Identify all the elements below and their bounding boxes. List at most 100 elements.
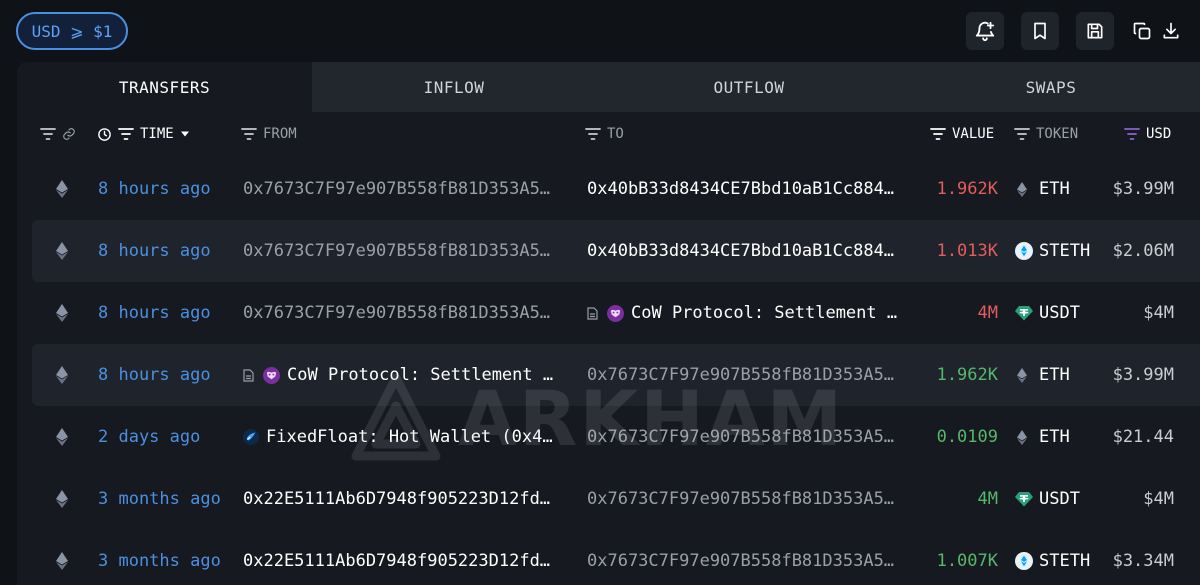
eth-token-icon xyxy=(1017,406,1033,468)
time-cell[interactable]: 8 hours ago xyxy=(98,220,238,282)
cow-protocol-icon xyxy=(607,282,627,344)
table-row[interactable]: 2 days ago FixedFloat: Hot Wallet (0x4… … xyxy=(32,406,1200,468)
usd-header[interactable]: USD xyxy=(1124,112,1171,156)
usd-cell: $2.06M xyxy=(1112,241,1174,261)
from-cell[interactable]: 0x22E5111Ab6D7948f905223D12fd… xyxy=(243,530,568,585)
time-cell[interactable]: 2 days ago xyxy=(98,406,238,468)
usdt-token-icon xyxy=(1015,468,1035,530)
time-header-label: TIME xyxy=(140,126,174,142)
table-row[interactable]: 8 hours ago 0x7673C7F97e907B558fB81D353A… xyxy=(32,158,1200,220)
from-cell[interactable]: 0x7673C7F97e907B558fB81D353A5… xyxy=(243,220,568,282)
from-cell[interactable]: FixedFloat: Hot Wallet (0x4… xyxy=(266,406,568,468)
usd-cell: $4M xyxy=(1143,303,1174,323)
eth-chain-icon xyxy=(56,282,72,344)
table-row[interactable]: 8 hours ago 0x7673C7F97e907B558fB81D353A… xyxy=(32,220,1200,282)
top-bar: USD ⩾ $1 xyxy=(0,0,1200,62)
to-cell[interactable]: CoW Protocol: Settlement … xyxy=(631,282,923,344)
bookmark-button[interactable] xyxy=(1021,12,1059,50)
to-cell[interactable]: 0x40bB33d8434CE7Bbd10aB1Cc884… xyxy=(587,158,917,220)
copy-icon xyxy=(1133,22,1151,40)
time-header[interactable]: TIME xyxy=(97,112,190,156)
download-icon xyxy=(1163,22,1179,39)
copy-button[interactable] xyxy=(1128,12,1156,50)
eth-chain-icon xyxy=(56,158,72,220)
contract-doc-icon xyxy=(243,344,259,406)
time-cell[interactable]: 3 months ago xyxy=(98,530,238,585)
cow-protocol-icon xyxy=(263,344,283,406)
eth-chain-icon xyxy=(56,220,72,282)
filter-icon xyxy=(40,128,56,140)
usd-filter-button[interactable]: USD ⩾ $1 xyxy=(16,12,128,50)
from-cell[interactable]: CoW Protocol: Settlement … xyxy=(287,344,579,406)
save-icon xyxy=(1087,23,1103,39)
tab-inflow[interactable]: INFLOW xyxy=(312,62,596,112)
time-cell[interactable]: 8 hours ago xyxy=(98,344,238,406)
contract-doc-icon xyxy=(587,282,603,344)
usd-cell: $3.99M xyxy=(1112,179,1174,199)
bell-plus-icon xyxy=(975,21,995,42)
filter-icon xyxy=(118,128,134,140)
filter-icon xyxy=(585,128,601,140)
value-cell: 4M xyxy=(977,303,998,323)
value-header-label: VALUE xyxy=(952,126,995,142)
value-cell: 1.962K xyxy=(936,365,998,385)
bookmark-icon xyxy=(1034,22,1046,40)
eth-token-icon xyxy=(1017,344,1033,406)
transfers-panel: TRANSFERS INFLOW OUTFLOW SWAPS TIME FROM… xyxy=(17,62,1200,585)
time-cell[interactable]: 8 hours ago xyxy=(98,158,238,220)
to-cell[interactable]: 0x40bB33d8434CE7Bbd10aB1Cc884… xyxy=(587,220,917,282)
table-header: TIME FROM TO VALUE TOKEN USD xyxy=(17,112,1200,156)
value-cell: 1.013K xyxy=(936,241,998,261)
eth-chain-icon xyxy=(56,530,72,585)
table-row[interactable]: 3 months ago 0x22E5111Ab6D7948f905223D12… xyxy=(32,530,1200,585)
value-cell: 0.0109 xyxy=(936,427,998,447)
table-row[interactable]: 3 months ago 0x22E5111Ab6D7948f905223D12… xyxy=(32,468,1200,530)
time-cell[interactable]: 3 months ago xyxy=(98,468,238,530)
clock-icon xyxy=(98,127,111,141)
tab-swaps[interactable]: SWAPS xyxy=(902,62,1200,112)
from-cell[interactable]: 0x7673C7F97e907B558fB81D353A5… xyxy=(243,282,568,344)
time-cell[interactable]: 8 hours ago xyxy=(98,282,238,344)
tab-outflow[interactable]: OUTFLOW xyxy=(596,62,902,112)
eth-chain-icon xyxy=(56,344,72,406)
value-header[interactable]: VALUE xyxy=(930,112,994,156)
steth-token-icon xyxy=(1015,530,1035,585)
token-header-label: TOKEN xyxy=(1036,126,1079,142)
usd-cell: $21.44 xyxy=(1112,427,1174,447)
value-cell: 4M xyxy=(977,489,998,509)
table-row[interactable]: 8 hours ago CoW Protocol: Settlement … 0… xyxy=(32,344,1200,406)
steth-token-icon xyxy=(1015,220,1035,282)
eth-token-icon xyxy=(1017,158,1033,220)
download-button[interactable] xyxy=(1157,12,1185,50)
token-header[interactable]: TOKEN xyxy=(1014,112,1078,156)
tab-bar: TRANSFERS INFLOW OUTFLOW SWAPS xyxy=(17,62,1200,112)
add-alert-button[interactable] xyxy=(966,12,1004,50)
to-cell[interactable]: 0x7673C7F97e907B558fB81D353A5… xyxy=(587,406,917,468)
tab-transfers[interactable]: TRANSFERS xyxy=(17,62,312,112)
usd-header-label: USD xyxy=(1146,126,1172,142)
to-cell[interactable]: 0x7673C7F97e907B558fB81D353A5… xyxy=(587,468,917,530)
to-header[interactable]: TO xyxy=(585,112,624,156)
from-cell[interactable]: 0x22E5111Ab6D7948f905223D12fd… xyxy=(243,468,568,530)
eth-chain-icon xyxy=(56,468,72,530)
from-header[interactable]: FROM xyxy=(241,112,297,156)
usd-cell: $4M xyxy=(1143,489,1174,509)
usd-cell: $3.99M xyxy=(1112,365,1174,385)
to-header-label: TO xyxy=(607,126,624,142)
filter-icon xyxy=(241,128,257,140)
filter-icon xyxy=(1014,128,1030,140)
usd-cell: $3.34M xyxy=(1112,551,1174,571)
eth-chain-icon xyxy=(56,406,72,468)
save-button[interactable] xyxy=(1076,12,1114,50)
to-cell[interactable]: 0x7673C7F97e907B558fB81D353A5… xyxy=(587,530,917,585)
to-cell[interactable]: 0x7673C7F97e907B558fB81D353A5… xyxy=(587,344,917,406)
chain-filter-header[interactable] xyxy=(40,112,76,156)
from-header-label: FROM xyxy=(263,126,297,142)
usdt-token-icon xyxy=(1015,282,1035,344)
filter-active-icon xyxy=(1124,128,1140,140)
value-cell: 1.962K xyxy=(936,179,998,199)
fixedfloat-icon xyxy=(243,406,263,468)
from-cell[interactable]: 0x7673C7F97e907B558fB81D353A5… xyxy=(243,158,568,220)
caret-down-icon xyxy=(180,131,189,137)
table-row[interactable]: 8 hours ago 0x7673C7F97e907B558fB81D353A… xyxy=(32,282,1200,344)
